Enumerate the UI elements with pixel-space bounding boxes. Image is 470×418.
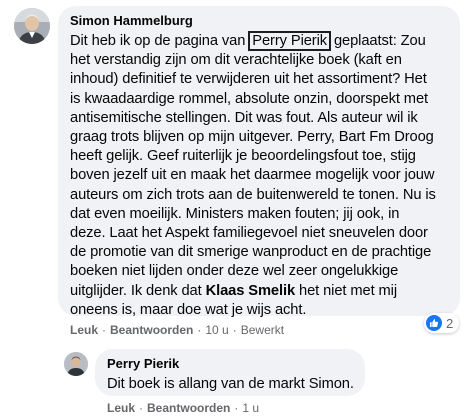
reply-button[interactable]: Beantwoorden — [110, 323, 193, 337]
comment-line: oneens is, maar doe wat je wijs acht. — [70, 301, 307, 318]
separator-dot: · — [197, 323, 202, 337]
comment-line: de promotie van dit smerige wanproduct e… — [70, 244, 432, 261]
comment-actions-reply: Leuk · Beantwoorden · 1 u — [107, 400, 259, 416]
comment-line: auteurs om zich trots aan de buitenwerel… — [70, 186, 436, 203]
like-icon — [426, 315, 442, 331]
comment-body: Dit heb ik op de pagina van Perry Pierik… — [70, 31, 448, 320]
comment-line: inhoud) definitief te verwijderen uit he… — [70, 71, 427, 88]
separator-dot: · — [139, 401, 144, 415]
comment-line: het verstandig zijn om dit verachtelijke… — [70, 52, 402, 69]
comment-line: deze. Laat het Aspekt familiegevoel niet… — [70, 225, 428, 242]
comment-bubble-main: Simon Hammelburg Dit heb ik op de pagina… — [58, 6, 460, 318]
comment-actions-main: Leuk · Beantwoorden · 10 u · Bewerkt — [70, 322, 284, 338]
comment-timestamp[interactable]: 1 u — [242, 401, 259, 415]
comment-line: heeft gelijk. Geef ruiterlijk je beoorde… — [70, 148, 416, 165]
mention-klaas-smelik[interactable]: Klaas Smelik — [206, 283, 296, 299]
comment-bubble-reply: Perry Pierik Dit boek is allang van de m… — [95, 349, 365, 396]
comment-line: boeken niet lijden onder deze wel zeer o… — [70, 263, 399, 280]
reply-body: Dit boek is allang van de markt Simon. — [107, 375, 354, 394]
reaction-count: 2 — [446, 315, 454, 331]
comment-timestamp[interactable]: 10 u — [205, 323, 228, 337]
comment-line: uitglijder. Ik denk dat Klaas Smelik het… — [70, 282, 397, 299]
comment-line: boven jezelf uit en maak het daarmee mog… — [70, 167, 435, 184]
separator-dot: · — [234, 401, 239, 415]
comment-line: Dit heb ik op de pagina van Perry Pierik… — [70, 31, 426, 51]
reply-author[interactable]: Perry Pierik — [107, 355, 353, 372]
avatar-photo-icon — [14, 8, 50, 44]
mention-perry-pierik[interactable]: Perry Pierik — [248, 31, 331, 51]
comment-line: graag trots blijven op mijn uitgever. Pe… — [70, 129, 434, 146]
avatar-photo-icon — [64, 352, 88, 376]
separator-dot: · — [232, 323, 237, 337]
comment-line: antisemitische stellingen. Dit was fout.… — [70, 109, 418, 126]
avatar-perry-pierik[interactable] — [64, 352, 88, 376]
edited-label: Bewerkt — [240, 323, 285, 337]
reaction-count-badge[interactable]: 2 — [424, 313, 460, 333]
comment-line: is kwaadaardige rommel, absolute onzin, … — [70, 90, 428, 107]
comment-line: dat even moeilijk. Ministers maken foute… — [70, 205, 400, 222]
separator-dot: · — [102, 323, 107, 337]
like-button[interactable]: Leuk — [70, 323, 98, 337]
avatar-simon-hammelburg[interactable] — [14, 8, 50, 44]
comment-author[interactable]: Simon Hammelburg — [70, 12, 448, 29]
like-button[interactable]: Leuk — [107, 401, 135, 415]
comment-line: Dit boek is allang van de markt Simon. — [107, 376, 354, 392]
reply-button[interactable]: Beantwoorden — [147, 401, 230, 415]
